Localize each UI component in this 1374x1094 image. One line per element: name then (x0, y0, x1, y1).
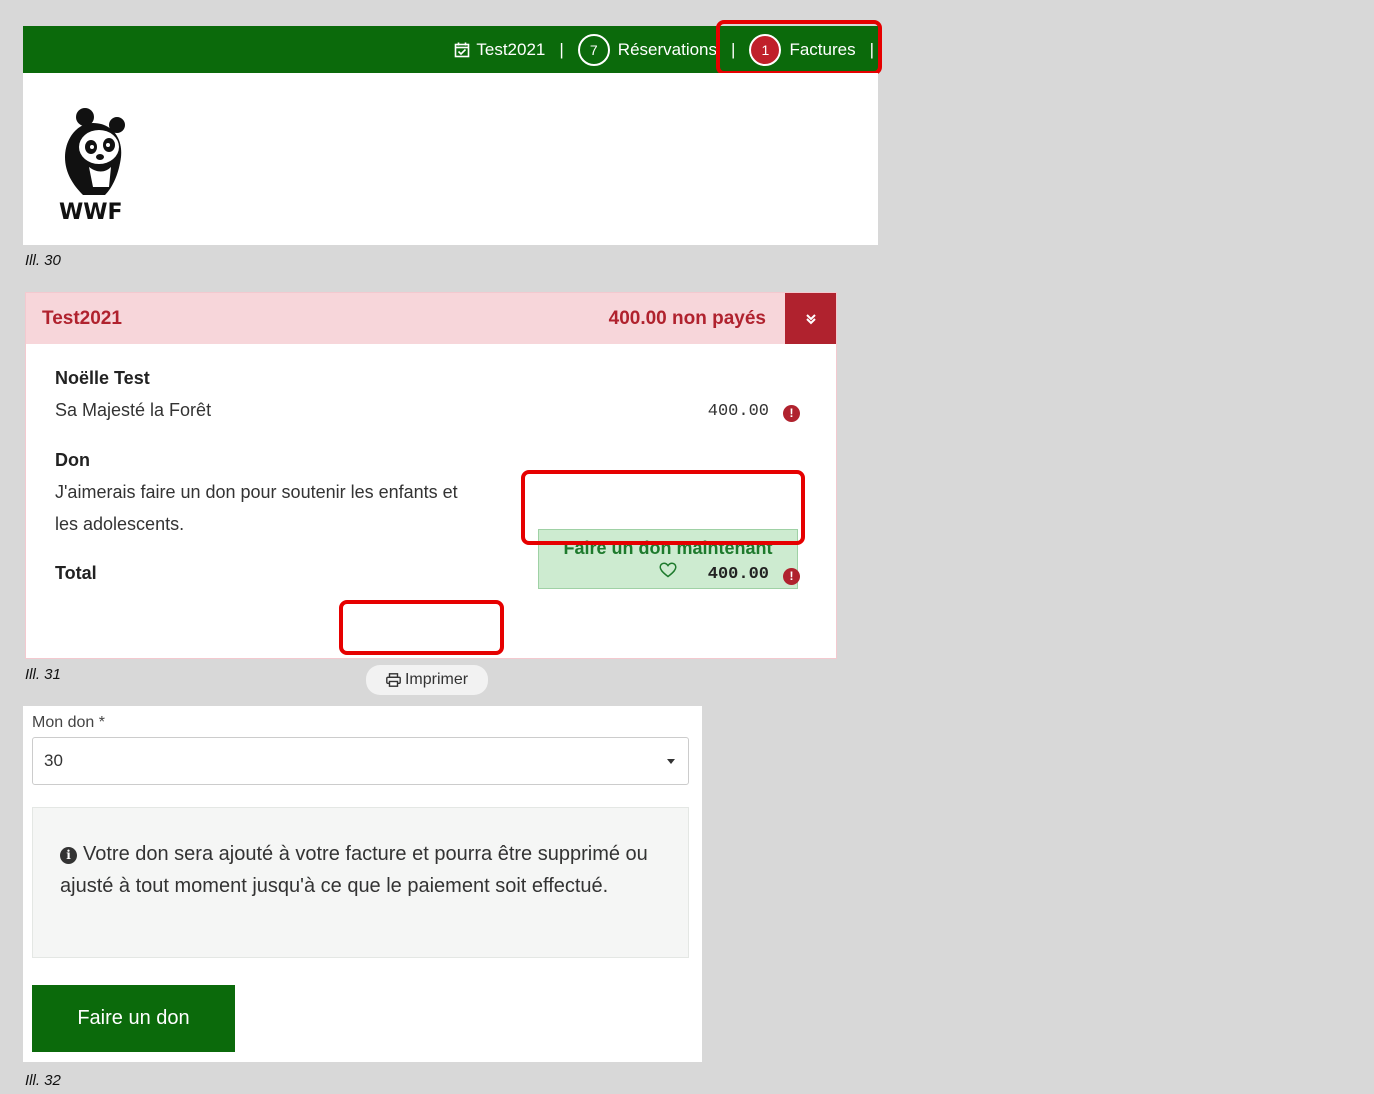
person-name: Noëlle Test (55, 368, 150, 388)
collapse-toggle-button[interactable] (785, 293, 836, 344)
donation-info-box: i Votre don sera ajouté à votre facture e… (32, 807, 689, 958)
wwf-logo-text: WWF (59, 200, 123, 223)
item-amount: 400.00 (707, 402, 769, 421)
caret-down-icon (667, 759, 675, 764)
print-highlight-frame (339, 600, 504, 655)
exclamation-circle-icon: ! (783, 567, 800, 585)
wwf-panda-logo: WWF (59, 108, 125, 223)
reservations-count-badge: 7 (577, 33, 610, 66)
logo-panel: WWF (23, 73, 878, 245)
heart-icon (659, 562, 677, 578)
donation-form-panel: Mon don * 30 i Votre don sera ajouté à vo… (23, 706, 702, 1062)
total-amount-row: 400.00! (708, 565, 800, 585)
nav-event-label: Test2021 (476, 39, 546, 59)
caption-ill32: Ill. 32 (25, 1072, 61, 1089)
nav-reservations-label: Réservations (617, 39, 718, 59)
nav-reservations[interactable]: 7 Réservations (577, 33, 718, 66)
invoices-highlight-frame (716, 20, 882, 75)
total-label: Total (55, 563, 97, 583)
invoice-card-header[interactable]: Test2021 400.00 non payés (26, 293, 836, 344)
don-title: Don (55, 450, 90, 470)
printer-icon (386, 673, 401, 687)
total-amount: 400.00 (707, 565, 769, 584)
print-button[interactable]: Imprimer (366, 665, 488, 695)
invoice-title: Test2021 (42, 307, 122, 329)
caption-ill30: Ill. 30 (25, 252, 61, 269)
donation-info-text: Votre don sera ajouté à votre facture et… (60, 843, 648, 897)
donation-amount-value: 30 (44, 751, 63, 770)
caption-ill31: Ill. 31 (25, 666, 61, 683)
info-circle-icon: i (60, 846, 77, 864)
donate-submit-button[interactable]: Faire un don (32, 985, 235, 1052)
item-amount-row: 400.00! (708, 402, 800, 422)
calendar-check-icon (455, 42, 470, 57)
print-label: Imprimer (404, 671, 469, 688)
donate-now-highlight-frame (521, 470, 805, 545)
double-chevron-down-icon (805, 313, 816, 324)
invoice-amount-status: 400.00 non payés (608, 307, 766, 329)
donation-amount-select[interactable]: 30 (32, 737, 689, 785)
don-text-line2: les adolescents. (55, 514, 185, 534)
donation-amount-label: Mon don * (32, 714, 105, 731)
nav-separator: | (559, 39, 564, 59)
nav-event[interactable]: Test2021 (454, 40, 545, 60)
exclamation-circle-icon: ! (783, 404, 800, 422)
don-text-line1: J'aimerais faire un don pour soutenir le… (55, 482, 458, 502)
item-label: Sa Majesté la Forêt (55, 400, 212, 420)
